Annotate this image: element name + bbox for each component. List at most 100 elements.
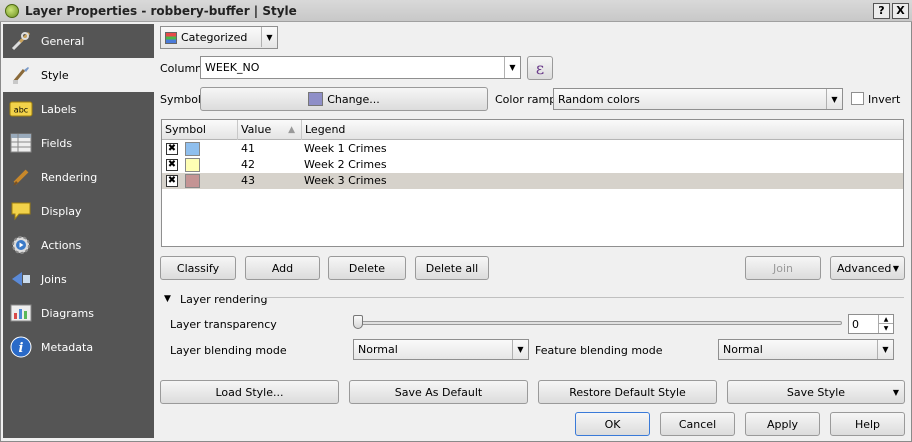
sidebar-item-label: Style [41, 68, 69, 82]
color-ramp-value: Random colors [558, 92, 640, 106]
save-style-button[interactable]: Save Style ▼ [727, 380, 905, 404]
sidebar-item-actions[interactable]: Actions [3, 228, 154, 262]
cancel-button[interactable]: Cancel [660, 412, 735, 436]
gear-play-icon [9, 233, 33, 257]
help-title-button[interactable]: ? [873, 3, 890, 19]
advanced-button[interactable]: Advanced ▼ [830, 256, 905, 280]
table-header: Symbol Value ▲ Legend [162, 120, 903, 140]
sidebar-item-label: Metadata [41, 340, 94, 354]
sidebar-item-general[interactable]: General [3, 24, 154, 58]
title-bar: Layer Properties - robbery-buffer | Styl… [0, 0, 912, 22]
help-button[interactable]: Help [830, 412, 905, 436]
table-row[interactable]: ✖ 42 Week 2 Crimes [162, 157, 903, 173]
chevron-down-icon: ▼ [826, 89, 842, 109]
feature-blending-select[interactable]: Normal ▼ [718, 339, 894, 360]
sidebar-item-label: Actions [41, 238, 82, 252]
sidebar-item-rendering[interactable]: Rendering [3, 160, 154, 194]
info-icon: i [9, 335, 33, 359]
chevron-down-icon: ▼ [892, 263, 899, 273]
renderer-type-select[interactable]: Categorized ▼ [160, 26, 278, 49]
sidebar-item-display[interactable]: Display [3, 194, 154, 228]
sort-indicator-icon: ▲ [288, 125, 295, 135]
row-value: 43 [241, 174, 255, 187]
row-color-swatch[interactable] [185, 174, 200, 188]
sidebar-item-joins[interactable]: Joins [3, 262, 154, 296]
section-divider [262, 297, 904, 298]
renderer-type-label: Categorized [181, 31, 248, 44]
spin-down-icon[interactable]: ▼ [878, 324, 893, 333]
classify-button[interactable]: Classify [160, 256, 236, 280]
column-select[interactable]: WEEK_NO ▼ [200, 56, 521, 79]
categories-table: Symbol Value ▲ Legend ✖ 41 Week 1 Crimes… [161, 119, 904, 247]
chevron-down-icon: ▼ [261, 27, 277, 47]
collapse-triangle-icon[interactable]: ▼ [164, 294, 171, 304]
chevron-down-icon: ▼ [504, 57, 520, 78]
column-header-value[interactable]: Value ▲ [238, 120, 302, 140]
join-button[interactable]: Join [745, 256, 821, 280]
save-style-label: Save Style [786, 385, 846, 399]
transparency-slider-handle[interactable] [353, 315, 363, 329]
delete-all-button[interactable]: Delete all [415, 256, 489, 280]
layer-rendering-title[interactable]: Layer rendering [180, 293, 267, 306]
speech-bubble-icon [9, 199, 33, 223]
layer-blending-select[interactable]: Normal ▼ [353, 339, 529, 360]
sidebar-item-label: Diagrams [41, 306, 94, 320]
add-button[interactable]: Add [245, 256, 320, 280]
ok-button[interactable]: OK [575, 412, 650, 436]
save-as-default-button[interactable]: Save As Default [349, 380, 528, 404]
expression-button[interactable]: ε [527, 56, 553, 80]
row-checkbox[interactable]: ✖ [166, 175, 178, 187]
row-color-swatch[interactable] [185, 158, 200, 172]
join-icon [9, 267, 33, 291]
apply-button[interactable]: Apply [745, 412, 820, 436]
delete-button[interactable]: Delete [328, 256, 406, 280]
sidebar-item-style[interactable]: Style [3, 58, 154, 92]
sidebar-item-label: Joins [41, 272, 67, 286]
row-value: 41 [241, 142, 255, 155]
sidebar-item-fields[interactable]: Fields [3, 126, 154, 160]
sidebar-item-diagrams[interactable]: Diagrams [3, 296, 154, 330]
column-header-legend[interactable]: Legend [302, 120, 903, 140]
row-color-swatch[interactable] [185, 142, 200, 156]
table-row[interactable]: ✖ 41 Week 1 Crimes [162, 141, 903, 157]
row-value: 42 [241, 158, 255, 171]
layer-blending-value: Normal [358, 343, 398, 356]
change-symbol-label: Change... [327, 92, 380, 106]
close-window-button[interactable]: X [892, 3, 909, 19]
chevron-down-icon: ▼ [512, 340, 528, 359]
sidebar: General Style abc Labels Fields Renderin… [3, 24, 154, 438]
sidebar-item-label: Labels [41, 102, 77, 116]
advanced-label: Advanced [837, 261, 892, 275]
transparency-spinbox[interactable]: 0 ▲ ▼ [848, 314, 894, 334]
sidebar-item-metadata[interactable]: i Metadata [3, 330, 154, 364]
load-style-button[interactable]: Load Style... [160, 380, 339, 404]
column-header-symbol[interactable]: Symbol [162, 120, 238, 140]
row-legend: Week 3 Crimes [304, 174, 387, 187]
column-value: WEEK_NO [205, 61, 260, 74]
qgis-app-icon [5, 3, 19, 18]
column-label: Column [160, 62, 203, 75]
sidebar-item-labels[interactable]: abc Labels [3, 92, 154, 126]
spin-up-icon[interactable]: ▲ [878, 315, 893, 324]
chevron-down-icon: ▼ [877, 340, 893, 359]
table-icon [9, 131, 33, 155]
change-symbol-button[interactable]: Change... [200, 87, 488, 111]
diagram-icon [9, 301, 33, 325]
sidebar-item-label: Fields [41, 136, 73, 150]
sidebar-item-label: Rendering [41, 170, 98, 184]
row-checkbox[interactable]: ✖ [166, 159, 178, 171]
color-ramp-select[interactable]: Random colors ▼ [553, 88, 843, 110]
restore-default-style-button[interactable]: Restore Default Style [538, 380, 717, 404]
categorized-icon [165, 31, 177, 44]
layer-transparency-label: Layer transparency [170, 318, 277, 331]
invert-checkbox[interactable] [851, 92, 864, 105]
svg-text:abc: abc [14, 106, 28, 115]
sidebar-item-label: Display [41, 204, 82, 218]
table-row[interactable]: ✖ 43 Week 3 Crimes [162, 173, 903, 189]
brush-icon [9, 165, 33, 189]
row-checkbox[interactable]: ✖ [166, 143, 178, 155]
paintbrush-icon [9, 63, 33, 87]
invert-label: Invert [868, 93, 901, 106]
transparency-slider-track[interactable] [356, 321, 842, 325]
chevron-down-icon: ▼ [892, 387, 899, 397]
